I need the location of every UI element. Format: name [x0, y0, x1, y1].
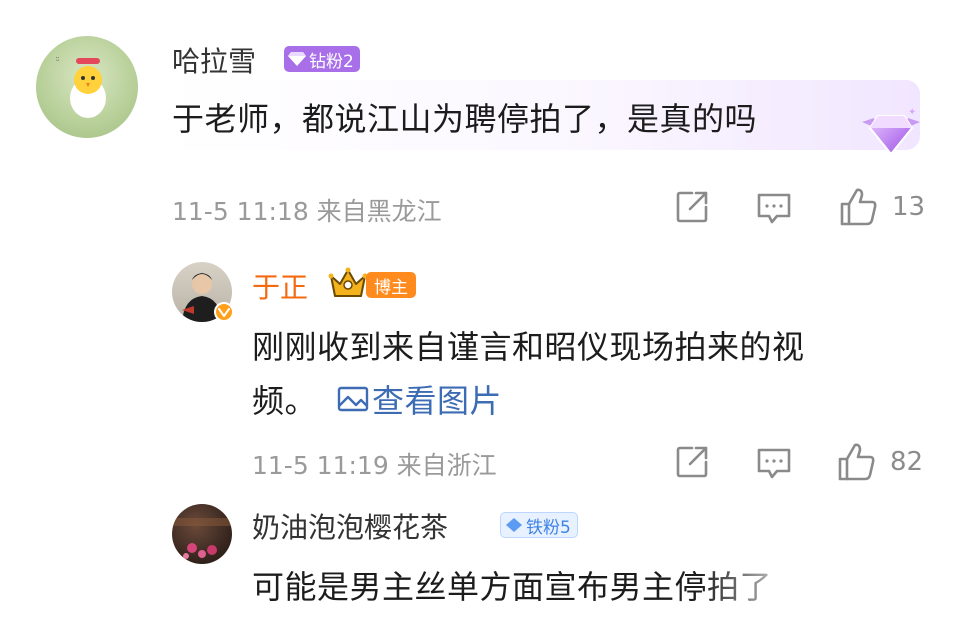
svg-text:ᵕ̈: ᵕ̈ — [56, 57, 60, 67]
gem-icon — [506, 518, 522, 532]
fan-badge-label: 钻粉2 — [309, 51, 354, 72]
verified-icon — [214, 302, 234, 322]
gem-icon — [288, 52, 306, 66]
like-icon[interactable] — [836, 441, 878, 487]
view-image-label: 查看图片 — [372, 382, 503, 420]
crown-icon — [328, 266, 368, 304]
comment-text-line-1: 刚刚收到来自谨言和昭仪现场拍来的视 — [252, 328, 805, 366]
comment-icon[interactable] — [755, 445, 793, 485]
avatar-naiyou[interactable] — [172, 504, 232, 564]
comment-username[interactable]: 奶油泡泡樱花茶 — [252, 506, 448, 546]
fan-badge-diamond[interactable]: 钻粉2 — [284, 46, 360, 72]
view-image-link[interactable]: 查看图片 — [336, 376, 502, 422]
comment-meta: 11-5 11:18 来自黑龙江 — [172, 197, 442, 226]
avatar-halaxue[interactable]: ᵕ̈ — [36, 36, 138, 138]
share-icon[interactable] — [674, 444, 710, 484]
blogger-badge: 博主 — [366, 272, 416, 298]
comment-text: 于老师，都说江山为聘停拍了，是真的吗 — [172, 100, 758, 138]
comment-text: 可能是男主丝单方面宣布男主停拍了 — [252, 568, 773, 606]
comment-meta: 11-5 11:19 来自浙江 — [252, 451, 497, 480]
share-icon[interactable] — [674, 189, 710, 229]
image-icon — [337, 386, 369, 412]
like-count: 82 — [890, 447, 924, 477]
like-count: 13 — [892, 192, 926, 222]
comment-icon[interactable] — [755, 190, 793, 230]
chick-illustration: ᵕ̈ — [56, 57, 106, 118]
flower-photo — [172, 518, 232, 559]
svg-text:✦: ✦ — [908, 108, 916, 118]
comment-username-author[interactable]: 于正 — [252, 266, 308, 306]
watermark-fade-overlay — [700, 540, 960, 620]
comment-username[interactable]: 哈拉雪 — [172, 40, 256, 80]
purple-gem-icon: ✦ — [858, 107, 924, 164]
fan-badge-label: 铁粉5 — [526, 517, 571, 538]
comment-text-line-2: 频。 — [252, 382, 318, 420]
fan-badge-iron[interactable]: 铁粉5 — [500, 512, 578, 538]
like-icon[interactable] — [838, 186, 880, 232]
